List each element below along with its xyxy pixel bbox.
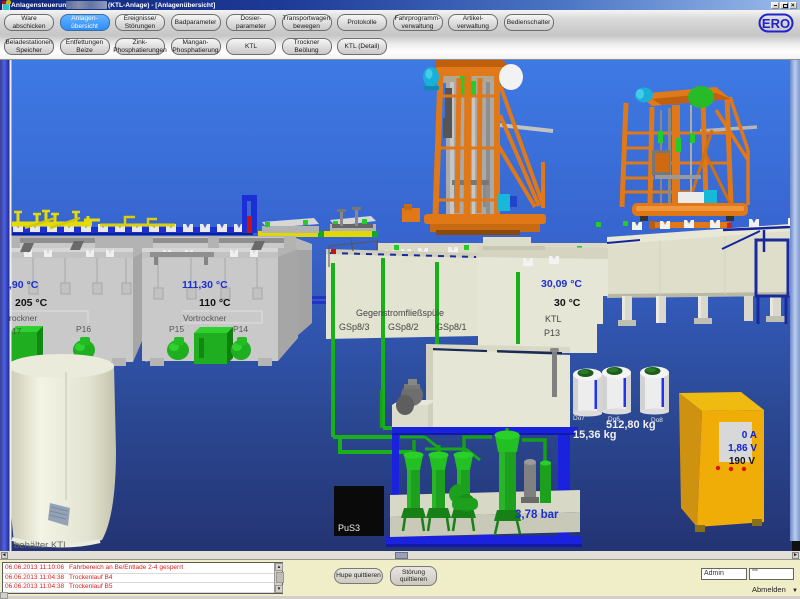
svg-text:,90 °C: ,90 °C [9, 279, 39, 291]
svg-text:P16: P16 [76, 324, 91, 334]
svg-text:1,86 V: 1,86 V [728, 443, 757, 454]
svg-text:111,30 °C: 111,30 °C [182, 279, 228, 291]
svg-text:GSp8/1: GSp8/1 [436, 322, 467, 332]
svg-text:P13: P13 [544, 328, 560, 338]
svg-text:205 °C: 205 °C [15, 297, 48, 309]
svg-text:15,36 kg: 15,36 kg [573, 429, 616, 441]
svg-text:110 °C: 110 °C [199, 297, 231, 309]
svg-text:behälter KTL: behälter KTL [14, 540, 68, 551]
svg-text:30 °C: 30 °C [554, 297, 581, 309]
svg-text:P15: P15 [169, 324, 184, 334]
svg-text:PuS3: PuS3 [338, 523, 360, 533]
svg-text:rockner: rockner [9, 313, 38, 323]
svg-text:KTL: KTL [545, 314, 562, 324]
svg-text:P14: P14 [233, 324, 248, 334]
svg-text:190 V: 190 V [729, 456, 755, 467]
svg-text:Gegenstromfließspüle: Gegenstromfließspüle [356, 308, 444, 318]
svg-text:17: 17 [12, 326, 22, 336]
svg-text:Do7: Do7 [573, 415, 585, 422]
svg-text:ERO: ERO [762, 16, 790, 31]
svg-text:Vortrockner: Vortrockner [183, 313, 227, 323]
svg-text:3,78 bar: 3,78 bar [515, 509, 559, 521]
svg-text:GSp8/3: GSp8/3 [339, 322, 370, 332]
svg-text:30,09 °C: 30,09 °C [541, 278, 582, 290]
svg-text:GSp8/2: GSp8/2 [388, 322, 419, 332]
svg-text:0 A: 0 A [742, 430, 757, 441]
